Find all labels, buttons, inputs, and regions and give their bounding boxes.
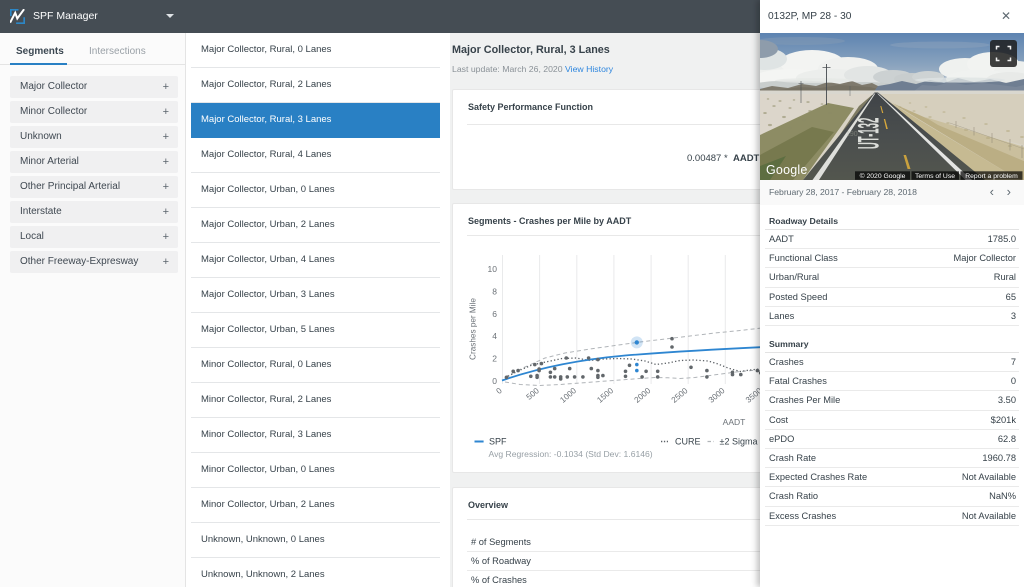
svg-text:3000: 3000 [707, 386, 727, 405]
svg-text:Crashes per Mile: Crashes per Mile [469, 298, 478, 360]
svg-text:1000: 1000 [558, 386, 578, 405]
svg-text:500: 500 [525, 386, 542, 402]
svg-text:8: 8 [492, 286, 497, 296]
svg-text:CURE: CURE [675, 437, 701, 447]
svg-text:2000: 2000 [633, 386, 653, 405]
svg-text:1500: 1500 [595, 386, 615, 405]
svg-text:Report a problem: Report a problem [965, 173, 1018, 180]
svg-text:4: 4 [492, 331, 497, 341]
svg-text:© 2020 Google: © 2020 Google [860, 172, 906, 180]
svg-text:0: 0 [495, 386, 505, 396]
svg-text:190: 190 [846, 131, 858, 138]
svg-text:2500: 2500 [670, 386, 690, 405]
svg-text:AADT: AADT [723, 417, 746, 427]
svg-text:SPF: SPF [489, 437, 507, 447]
svg-text:Terms of Use: Terms of Use [915, 173, 955, 180]
svg-text:0: 0 [492, 376, 497, 386]
svg-text:6: 6 [492, 309, 497, 319]
svg-text:10: 10 [488, 264, 498, 274]
svg-text:±2 Sigma: ±2 Sigma [720, 437, 758, 447]
svg-text:Google: Google [766, 163, 808, 177]
svg-text:2: 2 [492, 354, 497, 364]
